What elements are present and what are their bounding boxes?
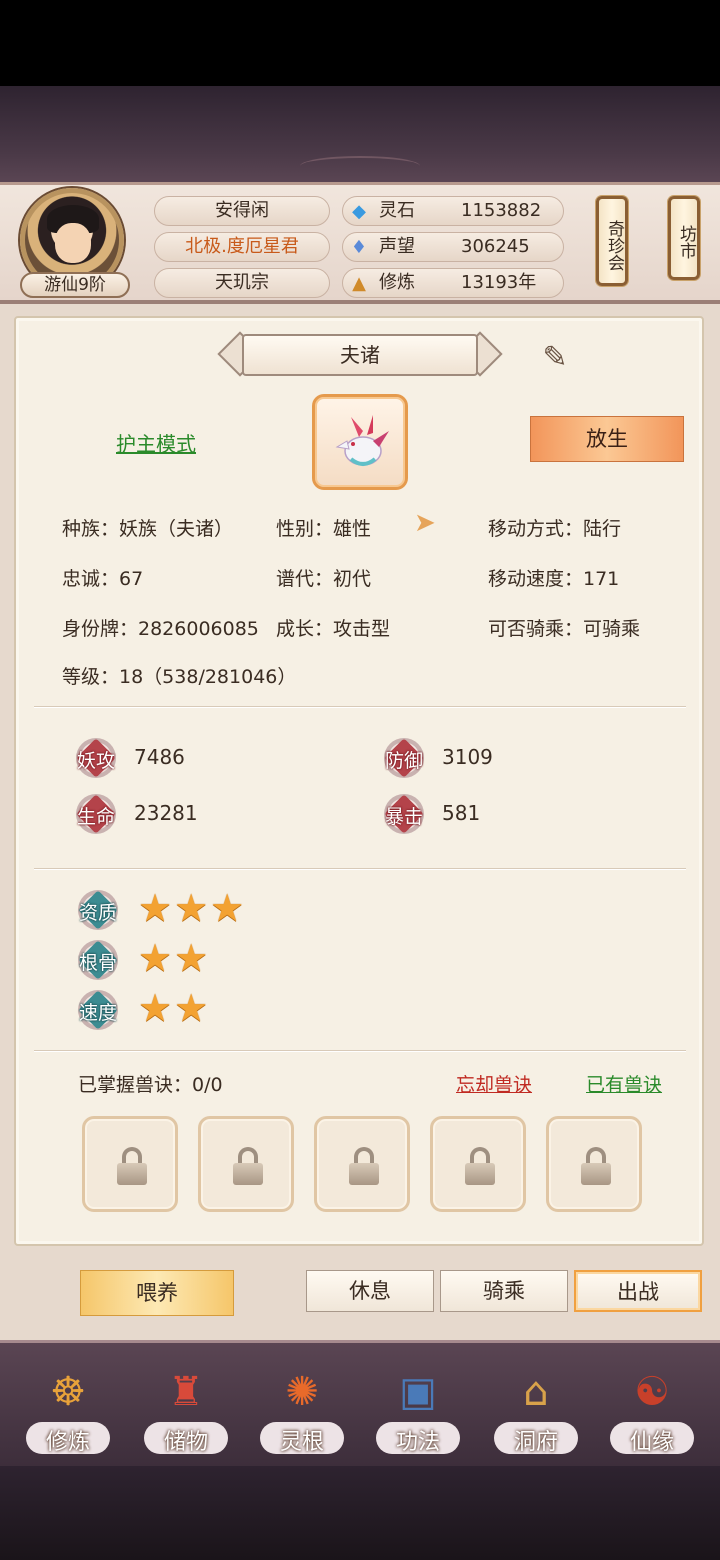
bone-stat-icon: 根骨 bbox=[78, 940, 118, 980]
skill-slot[interactable] bbox=[198, 1116, 294, 1212]
resource-reputation[interactable]: ♦ 声望 306245 bbox=[342, 232, 564, 262]
nav-fate[interactable]: ☯ 仙缘 bbox=[604, 1352, 700, 1460]
lock-icon bbox=[465, 1147, 495, 1185]
crit-value: 581 bbox=[442, 801, 481, 825]
info-rideable: 可否骑乘：可骑乘 bbox=[488, 618, 641, 640]
pet-name-banner: 夫诸 bbox=[217, 330, 503, 380]
skill-slot[interactable] bbox=[82, 1116, 178, 1212]
bottom-decor-band bbox=[0, 1466, 720, 1560]
nav-storage[interactable]: ♜ 储物 bbox=[138, 1352, 234, 1460]
nav-cultivate[interactable]: ☸ 修炼 bbox=[20, 1352, 116, 1460]
defense-value: 3109 bbox=[442, 745, 493, 769]
avatar-face bbox=[55, 223, 91, 263]
rest-button[interactable]: 休息 bbox=[306, 1270, 434, 1312]
owned-skills-link[interactable]: 已有兽诀 bbox=[586, 1070, 662, 1097]
divider bbox=[34, 706, 686, 708]
info-growth: 成长：攻击型 bbox=[276, 618, 391, 640]
info-move-type: 移动方式：陆行 bbox=[488, 518, 622, 540]
guard-mode-link[interactable]: 护主模式 bbox=[116, 428, 196, 457]
skill-slot[interactable] bbox=[430, 1116, 526, 1212]
divider bbox=[34, 868, 686, 870]
spirit-root-icon: ✺ bbox=[285, 1369, 319, 1415]
feed-button[interactable]: 喂养 bbox=[80, 1270, 234, 1316]
nav-spirit-root[interactable]: ✺ 灵根 bbox=[254, 1352, 350, 1460]
release-button[interactable]: 放生 bbox=[530, 416, 684, 462]
player-title[interactable]: 北极.度厄星君 bbox=[154, 232, 330, 262]
speed-stars: ★★ bbox=[138, 986, 211, 1030]
lock-icon bbox=[117, 1147, 147, 1185]
lock-icon bbox=[581, 1147, 611, 1185]
reputation-icon: ♦ bbox=[350, 237, 368, 258]
top-ornament bbox=[300, 156, 420, 176]
pet-beast-icon bbox=[335, 415, 389, 466]
rank-badge: 游仙9阶 bbox=[20, 272, 130, 298]
crit-stat-icon: 暴击 bbox=[384, 794, 424, 834]
lock-icon bbox=[349, 1147, 379, 1185]
attack-stat-icon: 妖攻 bbox=[76, 738, 116, 778]
nav-techniques[interactable]: ▣ 功法 bbox=[370, 1352, 466, 1460]
info-race: 种族：妖族（夫诸） bbox=[62, 518, 234, 540]
bone-stars: ★★ bbox=[138, 936, 211, 980]
ride-button[interactable]: 骑乘 bbox=[440, 1270, 568, 1312]
player-name: 安得闲 bbox=[154, 196, 330, 226]
info-generation: 谱代：初代 bbox=[276, 568, 372, 590]
aptitude-stars: ★★★ bbox=[138, 886, 247, 930]
skill-slot[interactable] bbox=[314, 1116, 410, 1212]
status-bar bbox=[0, 0, 720, 86]
lock-icon bbox=[233, 1147, 263, 1185]
attack-value: 7486 bbox=[134, 745, 185, 769]
book-icon: ▣ bbox=[399, 1369, 437, 1415]
forget-skill-link[interactable]: 忘却兽诀 bbox=[456, 1070, 532, 1097]
pet-name: 夫诸 bbox=[242, 334, 478, 376]
skills-mastered-count: 已掌握兽诀：0/0 bbox=[78, 1074, 223, 1096]
divider bbox=[34, 1050, 686, 1052]
info-gender: 性别：雄性 bbox=[276, 518, 372, 540]
resource-spirit-stone[interactable]: ◆ 灵石 1153882 bbox=[342, 196, 564, 226]
nav-cave[interactable]: ⌂ 洞府 bbox=[488, 1352, 584, 1460]
gender-arrow-icon[interactable]: ➤ bbox=[414, 508, 444, 538]
battle-button[interactable]: 出战 bbox=[574, 1270, 702, 1312]
rename-book-icon[interactable]: ✎ bbox=[528, 336, 582, 380]
info-loyalty: 忠诚：67 bbox=[62, 568, 144, 590]
cave-palace-icon: ⌂ bbox=[523, 1369, 549, 1415]
resource-cultivation[interactable]: ▲ 修炼 13193年 bbox=[342, 268, 564, 298]
health-stat-icon: 生命 bbox=[76, 794, 116, 834]
pouch-icon: ♜ bbox=[168, 1369, 204, 1415]
monk-icon: ☸ bbox=[50, 1369, 86, 1415]
info-move-speed: 移动速度：171 bbox=[488, 568, 620, 590]
health-value: 23281 bbox=[134, 801, 198, 825]
spirit-stone-icon: ◆ bbox=[352, 201, 366, 222]
defense-stat-icon: 防御 bbox=[384, 738, 424, 778]
skill-slot[interactable] bbox=[546, 1116, 642, 1212]
cultivation-icon: ▲ bbox=[352, 273, 366, 294]
qizhenhui-button[interactable]: 奇珍会 bbox=[596, 196, 628, 286]
player-sect[interactable]: 天玑宗 bbox=[154, 268, 330, 298]
info-id-tag: 身份牌：2826006085 bbox=[62, 618, 259, 640]
aptitude-stat-icon: 资质 bbox=[78, 890, 118, 930]
speed-stat-icon: 速度 bbox=[78, 990, 118, 1030]
fangshi-button[interactable]: 坊市 bbox=[668, 196, 700, 280]
gourd-icon: ☯ bbox=[634, 1369, 670, 1415]
pet-portrait[interactable] bbox=[312, 394, 408, 490]
info-level: 等级：18（538/281046） bbox=[62, 666, 297, 688]
